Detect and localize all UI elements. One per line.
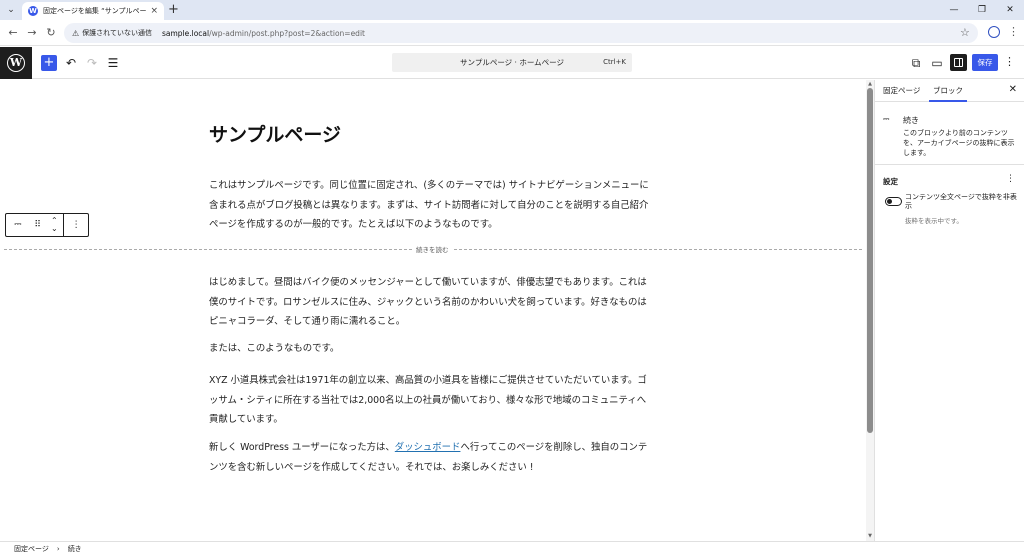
new-tab-button[interactable]: +	[168, 2, 179, 18]
more-block-icon: ⎓	[883, 114, 889, 123]
settings-sidebar-toggle-icon[interactable]	[950, 54, 967, 71]
scrollbar-thumb[interactable]	[867, 88, 873, 433]
url-path: /wp-admin/post.php?post=2&action=edit	[209, 28, 365, 38]
canvas-scrollbar[interactable]: ▲ ▼	[866, 80, 874, 541]
close-sidebar-icon[interactable]: ✕	[1009, 84, 1017, 95]
security-status[interactable]: 保護されていない通信	[82, 28, 152, 38]
document-title: サンプルページ · ホームページ	[460, 58, 564, 67]
post-title[interactable]: サンプルページ	[209, 120, 341, 147]
breadcrumb-item-more[interactable]: 続き	[68, 544, 82, 554]
tab-title: 固定ページを編集 “サンプルページ”	[43, 7, 147, 15]
breadcrumb: 固定ページ › 続き	[0, 541, 1024, 555]
tab-page[interactable]: 固定ページ	[883, 80, 920, 102]
toggle-help-text: 抜粋を表示中です。	[905, 217, 963, 225]
back-icon[interactable]: ←	[6, 26, 20, 40]
url-host: sample.local	[161, 28, 210, 38]
tab-block[interactable]: ブロック	[929, 80, 967, 102]
settings-sidebar: 固定ページ ブロック ✕ ⎓ 続き このブロックより前のコンテンツを、アーカイブ…	[874, 80, 1024, 541]
scroll-down-icon[interactable]: ▼	[867, 533, 873, 539]
move-down-icon[interactable]: ⌄	[51, 225, 58, 233]
hide-excerpt-toggle[interactable]	[885, 197, 902, 206]
profile-icon[interactable]	[988, 26, 1000, 38]
view-page-icon[interactable]: ⧉	[908, 55, 924, 71]
block-card: ⎓ 続き このブロックより前のコンテンツを、アーカイブページの抜粋に表示します。	[875, 103, 1024, 165]
redo-icon[interactable]: ↷	[84, 55, 100, 71]
restore-icon[interactable]: ❐	[968, 0, 996, 20]
scroll-up-icon[interactable]: ▲	[867, 81, 873, 87]
paragraph-block[interactable]: または、このようなものです。	[209, 339, 655, 359]
settings-panel-title: 設定	[883, 177, 898, 186]
wordpress-logo-icon: W	[7, 54, 25, 72]
command-palette-button[interactable]: サンプルページ · ホームページ Ctrl+K	[392, 53, 632, 72]
minimize-icon[interactable]: —	[940, 0, 968, 20]
window-close-icon[interactable]: ✕	[996, 0, 1024, 20]
undo-icon[interactable]: ↶	[63, 55, 79, 71]
move-block-control: ⌃ ⌄	[46, 214, 64, 236]
tab-close-icon[interactable]: ×	[150, 6, 158, 16]
sidebar-tabs: 固定ページ ブロック ✕	[875, 80, 1024, 102]
dashboard-link[interactable]: ダッシュボード	[395, 442, 461, 453]
paragraph-block[interactable]: XYZ 小道具株式会社は1971年の創立以来、高品質の小道具を皆様にご提供させて…	[209, 371, 655, 430]
paragraph-block[interactable]: はじめまして。昼間はバイク便のメッセンジャーとして働いていますが、俳優志望でもあ…	[209, 273, 655, 332]
settings-panel: 設定 ⋮ コンテンツ全文ページで抜粋を非表示 抜粋を表示中です。	[875, 166, 1024, 246]
drag-handle-icon[interactable]: ⠿	[30, 214, 46, 236]
settings-options-icon[interactable]: ⋮	[1006, 174, 1015, 184]
breadcrumb-item-page[interactable]: 固定ページ	[14, 544, 49, 554]
breadcrumb-separator-icon: ›	[56, 544, 60, 553]
editor-header: W + ↶ ↷ ☰ サンプルページ · ホームページ Ctrl+K ⧉ ▭ 保存…	[0, 47, 1024, 79]
more-block-label[interactable]: 続きを読む	[412, 244, 453, 254]
paragraph-block[interactable]: これはサンプルページです。同じ位置に固定され、(多くのテーマでは) サイトナビゲ…	[209, 176, 655, 235]
list-view-icon[interactable]: ☰	[105, 55, 121, 71]
browser-tab[interactable]: W 固定ページを編集 “サンプルページ” ×	[22, 2, 164, 20]
save-button[interactable]: 保存	[972, 54, 998, 71]
address-bar: ← → ↻ ⚠ 保護されていない通信 sample.local/wp-admin…	[0, 20, 1024, 46]
paragraph-block[interactable]: 新しく WordPress ユーザーになった方は、ダッシュボードへ行ってこのペー…	[209, 438, 655, 477]
warning-icon[interactable]: ⚠	[72, 29, 79, 38]
reload-icon[interactable]: ↻	[44, 26, 58, 40]
preview-device-icon[interactable]: ▭	[929, 55, 945, 71]
block-description: このブロックより前のコンテンツを、アーカイブページの抜粋に表示します。	[903, 129, 1015, 157]
wordpress-favicon-icon: W	[28, 6, 38, 16]
wordpress-logo-button[interactable]: W	[0, 47, 32, 79]
forward-icon[interactable]: →	[25, 26, 39, 40]
add-block-button[interactable]: +	[41, 55, 57, 71]
block-options-icon[interactable]: ⋮	[64, 214, 88, 236]
url-input[interactable]: ⚠ 保護されていない通信 sample.local/wp-admin/post.…	[64, 23, 978, 43]
browser-menu-icon[interactable]: ⋮	[1008, 25, 1019, 38]
more-block-type-icon[interactable]: ⎓	[6, 214, 30, 236]
block-name: 続き	[903, 116, 919, 125]
browser-tab-bar: ⌄ W 固定ページを編集 “サンプルページ” × + — ❐ ✕	[0, 0, 1024, 20]
bookmark-star-icon[interactable]: ☆	[960, 26, 970, 39]
paragraph-text: 新しく WordPress ユーザーになった方は、	[209, 442, 395, 453]
editor-canvas: サンプルページ これはサンプルページです。同じ位置に固定され、(多くのテーマでは…	[0, 80, 866, 541]
tab-search-icon[interactable]: ⌄	[4, 3, 18, 17]
editor-options-icon[interactable]: ⋮	[1004, 55, 1015, 68]
toggle-label[interactable]: コンテンツ全文ページで抜粋を非表示	[905, 193, 1019, 211]
command-shortcut: Ctrl+K	[603, 58, 626, 66]
block-toolbar: ⎓ ⠿ ⌃ ⌄ ⋮	[5, 213, 89, 237]
